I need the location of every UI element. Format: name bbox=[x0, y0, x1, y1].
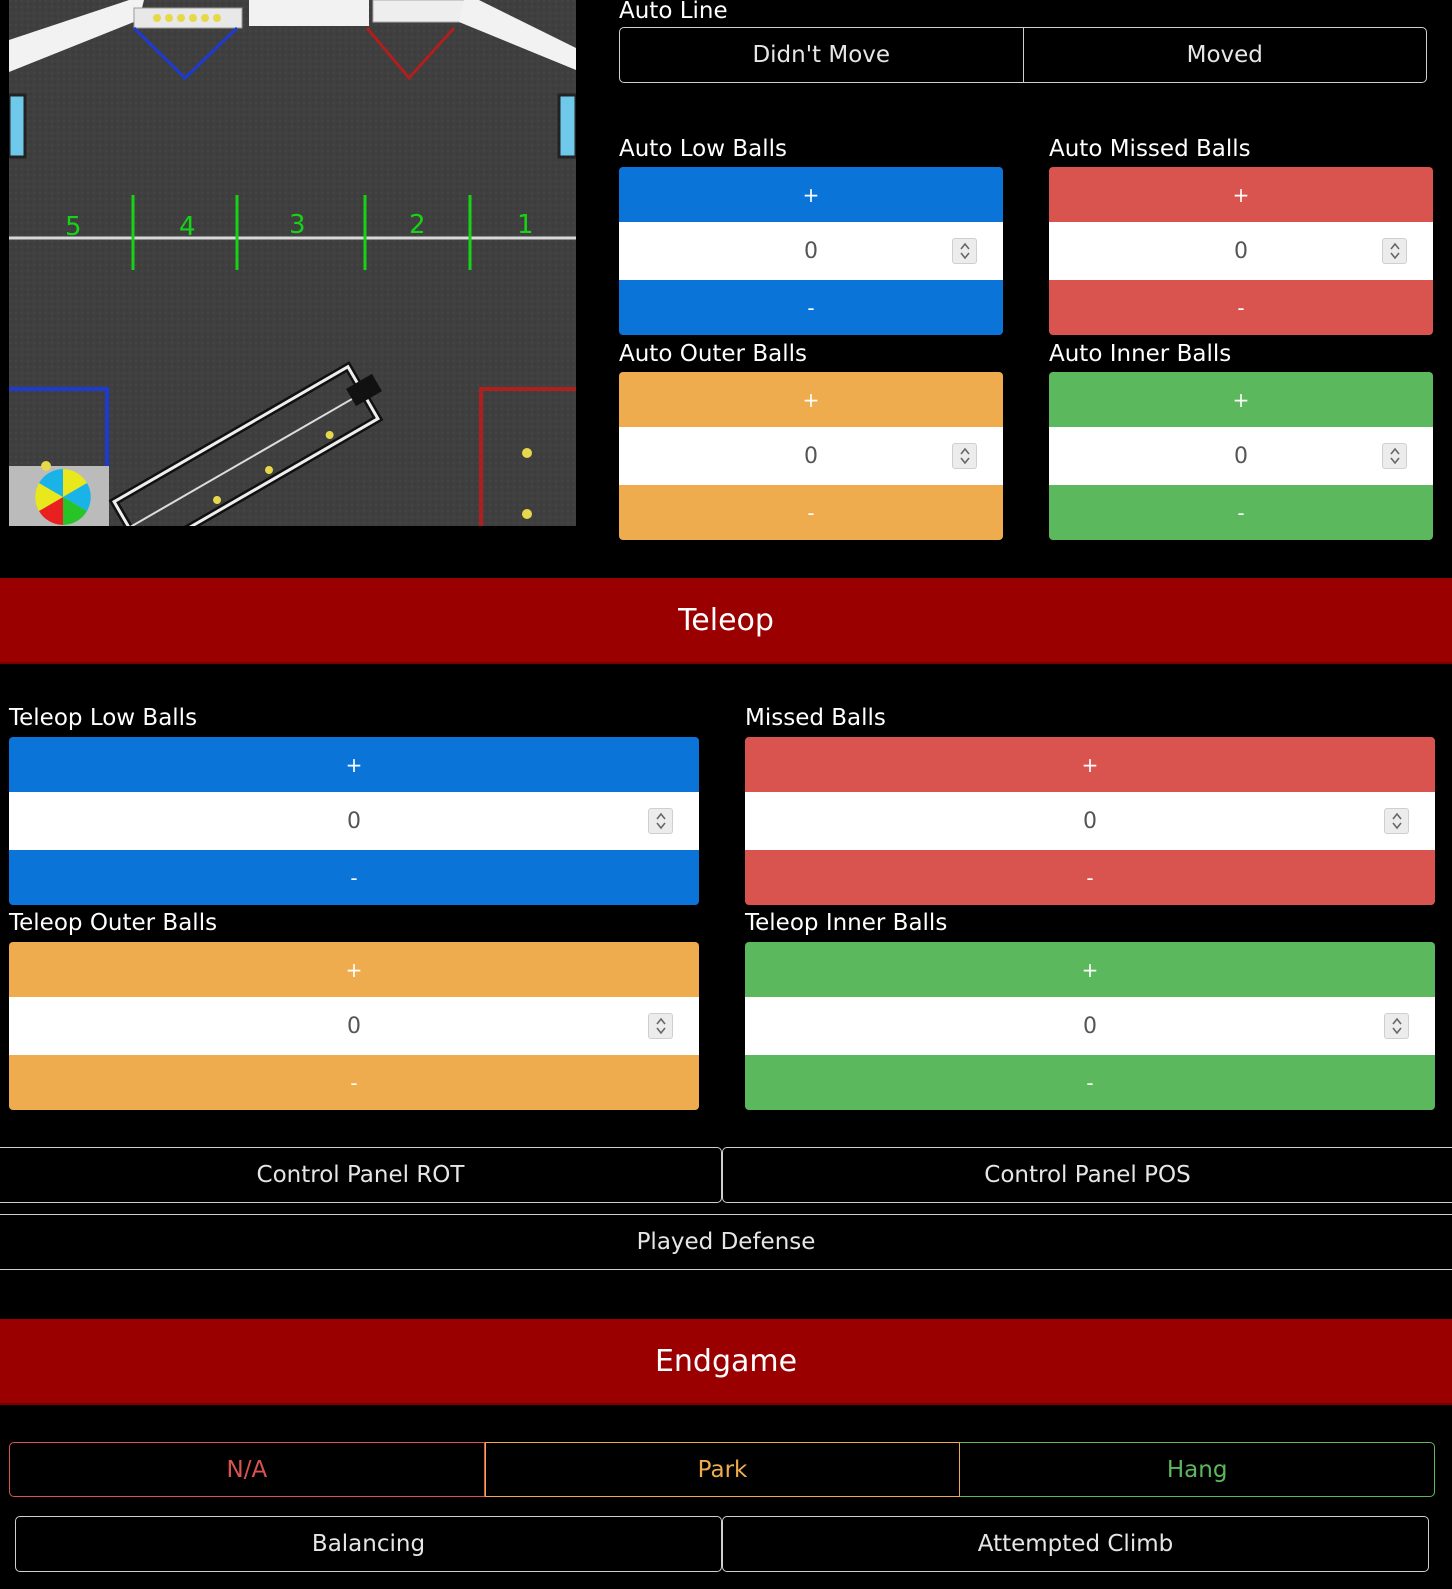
increment-button[interactable]: + bbox=[9, 942, 699, 997]
decrement-button[interactable]: - bbox=[745, 850, 1435, 905]
auto-low-balls-counter: + 0 - bbox=[619, 167, 1003, 335]
auto-low-balls-label: Auto Low Balls bbox=[619, 136, 787, 162]
attempted-climb-button[interactable]: Attempted Climb bbox=[722, 1516, 1429, 1572]
zone-number: 5 bbox=[65, 212, 82, 242]
decrement-button[interactable]: - bbox=[745, 1055, 1435, 1110]
spinner-arrows-icon[interactable] bbox=[952, 238, 977, 264]
decrement-button[interactable]: - bbox=[9, 850, 699, 905]
control-panel-rot-button[interactable]: Control Panel ROT bbox=[0, 1147, 722, 1203]
spinner-arrows-icon[interactable] bbox=[1382, 443, 1407, 469]
teleop-outer-balls-label: Teleop Outer Balls bbox=[9, 910, 218, 936]
na-button[interactable]: N/A bbox=[9, 1442, 485, 1497]
increment-button[interactable]: + bbox=[619, 167, 1003, 222]
zone-number: 3 bbox=[289, 210, 306, 240]
endgame-status-toggle: N/A Park Hang bbox=[9, 1442, 1436, 1497]
count-input[interactable]: 0 bbox=[804, 444, 818, 469]
field-map-image[interactable]: 5 4 3 2 1 bbox=[7, 0, 578, 560]
zone-number: 4 bbox=[179, 212, 196, 242]
teleop-outer-balls-counter: + 0 - bbox=[9, 942, 699, 1110]
auto-missed-balls-counter: + 0 - bbox=[1049, 167, 1433, 335]
teleop-inner-balls-label: Teleop Inner Balls bbox=[745, 910, 948, 936]
decrement-button[interactable]: - bbox=[619, 485, 1003, 540]
increment-button[interactable]: + bbox=[1049, 167, 1433, 222]
hang-button[interactable]: Hang bbox=[960, 1442, 1436, 1497]
decrement-button[interactable]: - bbox=[9, 1055, 699, 1110]
control-panel-pos-button[interactable]: Control Panel POS bbox=[722, 1147, 1452, 1203]
balancing-button[interactable]: Balancing bbox=[15, 1516, 722, 1572]
decrement-button[interactable]: - bbox=[619, 280, 1003, 335]
spinner-arrows-icon[interactable] bbox=[1384, 808, 1409, 834]
zone-number: 1 bbox=[517, 210, 534, 240]
auto-outer-balls-label: Auto Outer Balls bbox=[619, 341, 807, 367]
count-input[interactable]: 0 bbox=[1083, 809, 1097, 834]
increment-button[interactable]: + bbox=[745, 942, 1435, 997]
increment-button[interactable]: + bbox=[9, 737, 699, 792]
park-button[interactable]: Park bbox=[484, 1442, 961, 1497]
auto-line-toggle: Didn't Move Moved bbox=[619, 27, 1427, 83]
zone-number: 2 bbox=[409, 210, 426, 240]
didnt-move-button[interactable]: Didn't Move bbox=[619, 27, 1024, 83]
teleop-low-balls-label: Teleop Low Balls bbox=[9, 705, 198, 731]
teleop-inner-balls-counter: + 0 - bbox=[745, 942, 1435, 1110]
auto-inner-balls-label: Auto Inner Balls bbox=[1049, 341, 1232, 367]
auto-missed-balls-label: Auto Missed Balls bbox=[1049, 136, 1251, 162]
teleop-low-balls-counter: + 0 - bbox=[9, 737, 699, 905]
count-input[interactable]: 0 bbox=[1083, 1014, 1097, 1039]
spinner-arrows-icon[interactable] bbox=[1382, 238, 1407, 264]
auto-inner-balls-counter: + 0 - bbox=[1049, 372, 1433, 540]
increment-button[interactable]: + bbox=[1049, 372, 1433, 427]
spinner-arrows-icon[interactable] bbox=[648, 1013, 673, 1039]
decrement-button[interactable]: - bbox=[1049, 280, 1433, 335]
count-input[interactable]: 0 bbox=[347, 809, 361, 834]
spinner-arrows-icon[interactable] bbox=[648, 808, 673, 834]
spinner-arrows-icon[interactable] bbox=[1384, 1013, 1409, 1039]
count-input[interactable]: 0 bbox=[1234, 444, 1248, 469]
increment-button[interactable]: + bbox=[619, 372, 1003, 427]
endgame-section-header: Endgame bbox=[0, 1319, 1452, 1405]
auto-line-label: Auto Line bbox=[619, 0, 728, 24]
increment-button[interactable]: + bbox=[745, 737, 1435, 792]
moved-button[interactable]: Moved bbox=[1023, 27, 1427, 83]
teleop-section-header: Teleop bbox=[0, 578, 1452, 664]
played-defense-button[interactable]: Played Defense bbox=[0, 1214, 1452, 1270]
count-input[interactable]: 0 bbox=[347, 1014, 361, 1039]
count-input[interactable]: 0 bbox=[804, 239, 818, 264]
count-input[interactable]: 0 bbox=[1234, 239, 1248, 264]
spinner-arrows-icon[interactable] bbox=[952, 443, 977, 469]
auto-outer-balls-counter: + 0 - bbox=[619, 372, 1003, 540]
missed-balls-label: Missed Balls bbox=[745, 705, 886, 731]
missed-balls-counter: + 0 - bbox=[745, 737, 1435, 905]
decrement-button[interactable]: - bbox=[1049, 485, 1433, 540]
